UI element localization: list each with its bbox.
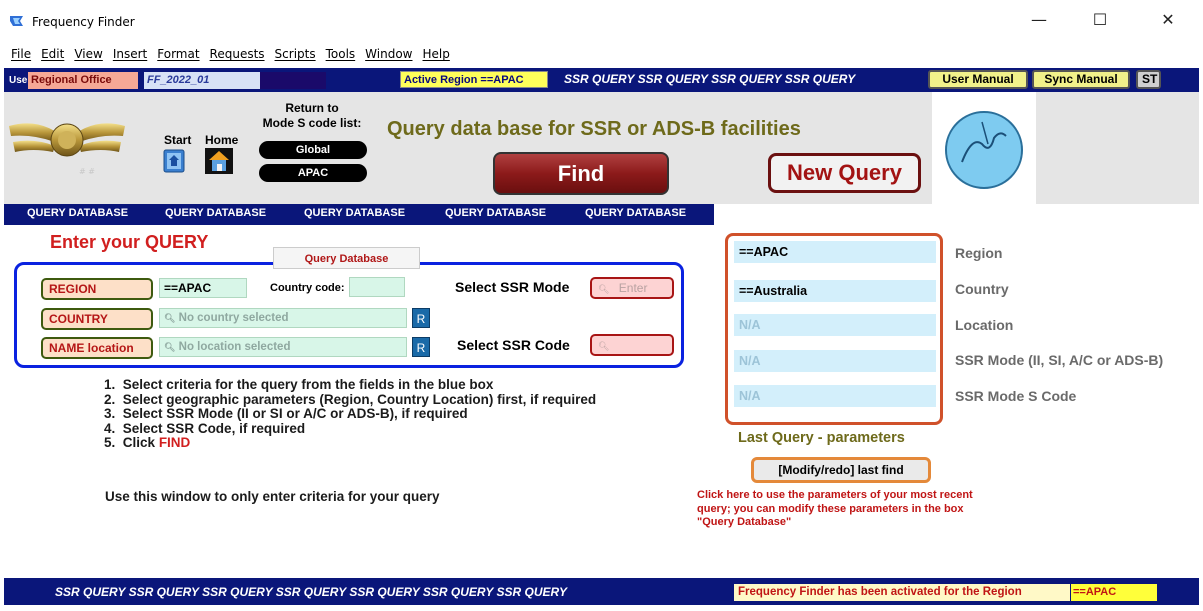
tab-query-database-5[interactable]: QUERY DATABASE [585, 207, 686, 219]
find-button[interactable]: Find [493, 152, 669, 195]
footer-banner: SSR QUERY SSR QUERY SSR QUERY SSR QUERY … [55, 585, 567, 599]
return-to-line2: Mode S code list: [262, 116, 362, 130]
last-location-value: N/A [734, 314, 936, 336]
return-to-line1: Return to [285, 101, 339, 115]
country-placeholder: No country selected [178, 312, 289, 324]
query-title: Enter your QUERY [50, 232, 209, 252]
last-ssr-mode-value: N/A [734, 350, 936, 372]
reset-country-button[interactable]: R [412, 308, 430, 328]
user-value: Regional Office [28, 72, 138, 89]
ssr-code-input[interactable]: 🔍︎ [590, 334, 674, 356]
version-field: FF_2022_01 [144, 72, 260, 89]
home-icon[interactable] [205, 148, 233, 174]
query-database-tab: Query Database [273, 247, 420, 269]
menu-scripts[interactable]: Scripts [270, 44, 321, 64]
instruction-item: 1. Select criteria for the query from th… [104, 377, 494, 392]
menu-help[interactable]: Help [418, 44, 455, 64]
close-button[interactable]: ✕ [1145, 4, 1191, 36]
country-code-input[interactable] [349, 277, 405, 297]
global-button[interactable]: Global [259, 141, 367, 159]
minimize-button[interactable]: — [1016, 4, 1062, 36]
maximize-button[interactable]: ☐ [1077, 4, 1123, 36]
region-button[interactable]: REGION [41, 278, 153, 300]
version-field-end [260, 72, 326, 89]
ssr-query-banner: SSR QUERY SSR QUERY SSR QUERY SSR QUERY [564, 72, 856, 86]
menu-window[interactable]: Window [360, 44, 417, 64]
location-input[interactable]: 🔍︎ No location selected [159, 337, 407, 357]
tab-query-database-4[interactable]: QUERY DATABASE [445, 207, 546, 219]
location-label: Location [955, 317, 1014, 333]
country-input[interactable]: 🔍︎ No country selected [159, 308, 407, 328]
modify-note: Click here to use the parameters of your… [697, 489, 973, 528]
window-title: Frequency Finder [32, 15, 135, 29]
country-code-label: Country code: [270, 282, 345, 294]
search-icon: 🔍︎ [164, 313, 176, 323]
ssr-mode-s-code-label: SSR Mode S Code [955, 388, 1077, 404]
new-query-button[interactable]: New Query [768, 153, 921, 193]
app-icon [10, 16, 23, 26]
radar-icon [932, 92, 1036, 210]
wings-logo: # # [9, 123, 125, 176]
ssr-mode-input[interactable]: 🔍︎ Enter [590, 277, 674, 299]
instruction-item: 3. Select SSR Mode (II or SI or A/C or A… [104, 406, 468, 421]
location-placeholder: No location selected [178, 341, 291, 353]
country-button[interactable]: COUNTRY [41, 308, 153, 330]
menu-file[interactable]: File [6, 44, 36, 64]
sync-manual-button[interactable]: Sync Manual [1032, 70, 1130, 89]
home-label: Home [205, 133, 239, 147]
ssr-mode-placeholder: Enter [618, 281, 648, 295]
start-icon[interactable] [163, 149, 185, 173]
activation-message: Frequency Finder has been activated for … [734, 584, 1070, 601]
menu-requests[interactable]: Requests [205, 44, 270, 64]
reset-location-button[interactable]: R [412, 337, 430, 357]
search-icon: 🔍︎ [164, 342, 176, 352]
last-country-value: ==Australia [734, 280, 936, 302]
user-manual-button[interactable]: User Manual [928, 70, 1028, 89]
apac-button[interactable]: APAC [259, 164, 367, 182]
query-tabstrip: QUERY DATABASE QUERY DATABASE QUERY DATA… [4, 204, 714, 225]
country-label: Country [955, 281, 1009, 297]
menu-format[interactable]: Format [152, 44, 204, 64]
menu-view[interactable]: View [69, 44, 107, 64]
tab-query-database-3[interactable]: QUERY DATABASE [304, 207, 405, 219]
modify-last-find-button[interactable]: [Modify/redo] last find [751, 457, 931, 483]
region-input[interactable]: ==APAC [159, 278, 247, 298]
page-headline: Query data base for SSR or ADS-B facilit… [387, 118, 801, 140]
last-region-value: ==APAC [734, 241, 936, 263]
instruction-item: 4. Select SSR Code, if required [104, 420, 306, 436]
name-location-button[interactable]: NAME location [41, 337, 153, 359]
search-icon: 🔍︎ [598, 341, 610, 351]
instruction-item: 2. Select geographic parameters (Region,… [104, 391, 597, 407]
search-icon: 🔍︎ [598, 284, 610, 294]
logo-caption: # # [79, 167, 95, 176]
menu-insert[interactable]: Insert [108, 44, 152, 64]
tab-query-database-2[interactable]: QUERY DATABASE [165, 207, 266, 219]
usage-note: Use this window to only enter criteria f… [105, 489, 440, 504]
last-query-caption: Last Query - parameters [738, 430, 905, 446]
menu-bar: File Edit View Insert Format Requests Sc… [0, 44, 1203, 64]
instruction-item: 5. Click FIND [104, 435, 191, 450]
tab-query-database-1[interactable]: QUERY DATABASE [27, 207, 128, 219]
active-region-badge: Active Region ==APAC [400, 71, 548, 88]
st-button[interactable]: ST [1136, 70, 1161, 89]
instructions-list: 1. Select criteria for the query from th… [104, 377, 597, 451]
return-to-label: Return to Mode S code list: [254, 101, 370, 131]
last-ssr-code-value: N/A [734, 385, 936, 407]
ssr-mode-label: SSR Mode (II, SI, A/C or ADS-B) [955, 352, 1164, 368]
menu-tools[interactable]: Tools [321, 44, 361, 64]
region-label: Region [955, 245, 1003, 261]
activation-region: ==APAC [1071, 584, 1157, 601]
select-ssr-code-label: Select SSR Code [457, 337, 570, 353]
select-ssr-mode-label: Select SSR Mode [455, 279, 570, 295]
header-strip: User Regional Office FF_2022_01 Active R… [4, 68, 1199, 92]
start-label: Start [164, 133, 192, 147]
menu-edit[interactable]: Edit [36, 44, 69, 64]
